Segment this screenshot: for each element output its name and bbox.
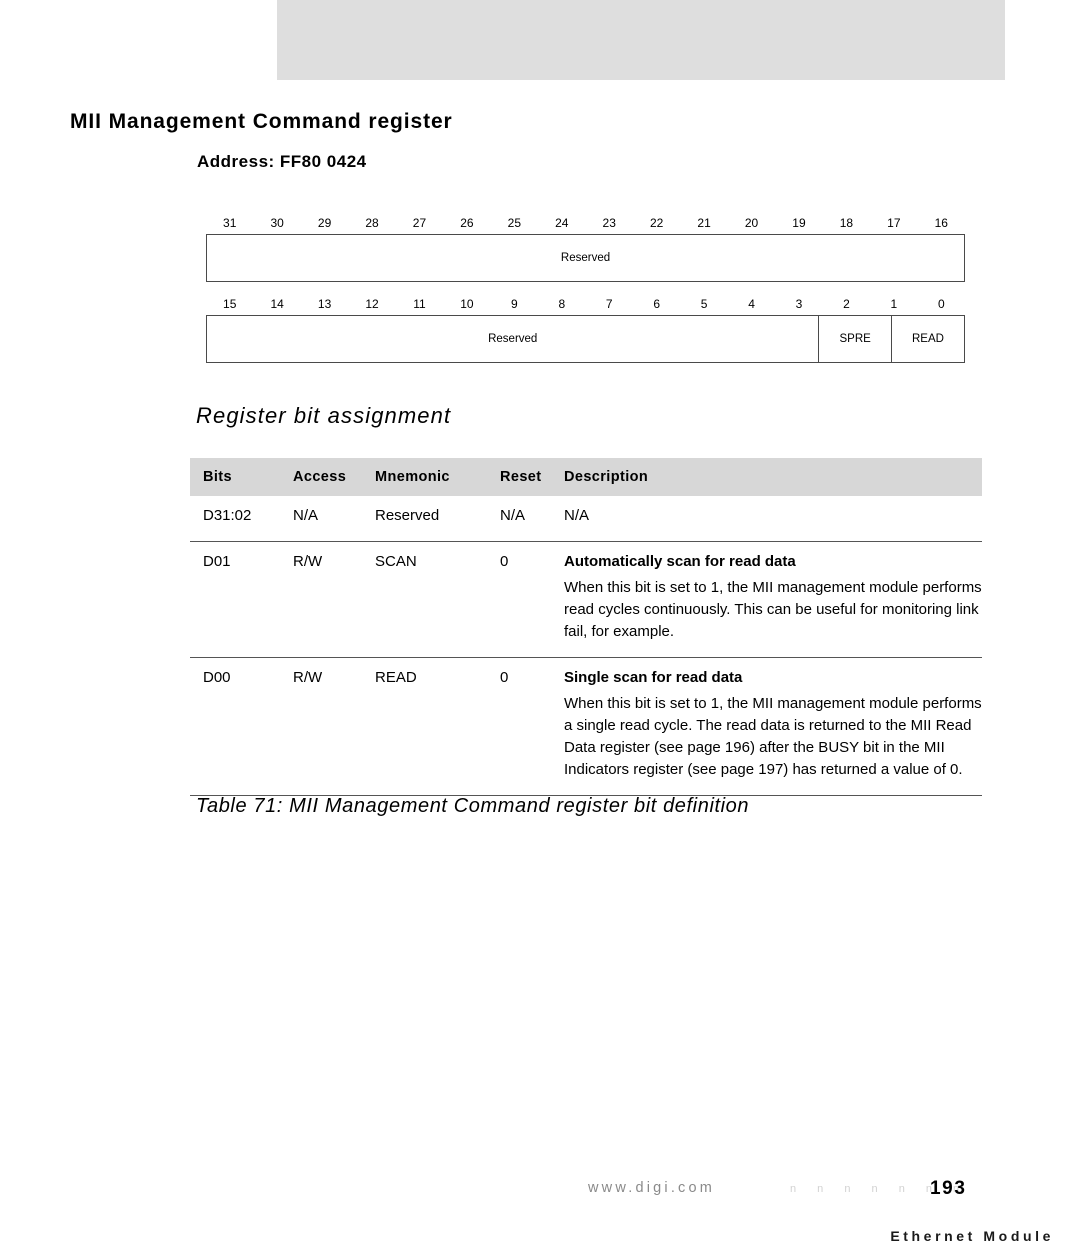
cell-description: Single scan for read data When this bit … [564, 657, 982, 797]
cell-mnemonic: Reserved [375, 496, 500, 543]
bit-number-label: 23 [602, 216, 616, 230]
bit-number-label: 11 [413, 297, 426, 311]
bit-number-label: 24 [555, 216, 569, 230]
bit-number-label: 5 [700, 297, 708, 311]
footer-website-url[interactable]: www.digi.com [588, 1180, 715, 1196]
bit-number-label: 21 [697, 216, 711, 230]
bit-number-label: 9 [511, 297, 518, 311]
bit-number-label: 10 [460, 297, 474, 311]
bit-diagram-row-low: 15 14 13 12 11 10 9 8 7 6 5 4 3 2 1 0 Re… [206, 293, 965, 363]
bit-number-label: 16 [934, 216, 948, 230]
cell-access: N/A [293, 496, 375, 543]
bit-number-label: 25 [507, 216, 522, 230]
bit-number-labels-low: 15 14 13 12 11 10 9 8 7 6 5 4 3 2 1 0 [206, 293, 965, 315]
cell-reset: 0 [500, 541, 564, 659]
description-title: Automatically scan for read data [564, 553, 796, 571]
section-subheading: Register bit assignment [196, 403, 452, 428]
bit-field-cells-high: Reserved [206, 234, 965, 282]
cell-description: N/A [564, 496, 982, 543]
cell-access: R/W [293, 541, 375, 659]
cell-bits: D31:02 [190, 496, 293, 543]
table-row: D00 R/W READ 0 Single scan for read data… [190, 657, 982, 797]
page-header-band [277, 0, 1005, 80]
bit-number-label: 3 [795, 297, 803, 311]
bit-field-reserved: Reserved [488, 333, 538, 345]
description-body: When this bit is set to 1, the MII manag… [564, 579, 982, 641]
bit-number-label: 19 [792, 216, 806, 230]
column-header-access: Access [293, 458, 375, 496]
bit-diagram-row-high: 31 30 29 28 27 26 25 24 23 22 21 20 19 1… [206, 212, 965, 282]
bit-number-label: 27 [412, 216, 427, 230]
bit-number-label: 12 [365, 297, 379, 311]
bit-number-label: 15 [223, 297, 237, 311]
bit-number-label: 7 [605, 297, 613, 311]
bit-field-spre: SPRE [818, 316, 890, 362]
bit-number-label: 14 [270, 297, 284, 311]
bit-number-label: 31 [223, 216, 237, 230]
bit-field-read: READ [890, 316, 964, 362]
bit-number-label: 17 [887, 216, 901, 230]
cell-mnemonic: SCAN [375, 541, 500, 659]
description-title: Single scan for read data [564, 669, 743, 687]
column-header-mnemonic: Mnemonic [375, 458, 500, 496]
bit-number-label: 18 [839, 216, 854, 230]
bit-number-label: 26 [460, 216, 474, 230]
table-caption: Table 71: MII Management Command registe… [196, 795, 750, 817]
column-header-reset: Reset [500, 458, 564, 496]
bit-number-label: 8 [558, 297, 566, 311]
cell-description: Automatically scan for read data When th… [564, 541, 982, 659]
cell-bits: D00 [190, 657, 293, 797]
table-row: D31:02 N/A Reserved N/A N/A [190, 496, 982, 543]
running-header-title: Ethernet Module [890, 1228, 1054, 1244]
bit-number-label: 29 [317, 216, 332, 230]
cell-reset: 0 [500, 657, 564, 797]
bit-number-label: 13 [317, 297, 332, 311]
bit-number-label: 4 [748, 297, 755, 311]
bit-definition-table: Bits Access Mnemonic Reset Description D… [190, 458, 982, 797]
bit-number-label: 6 [653, 297, 660, 311]
cell-reset: N/A [500, 496, 564, 543]
table-row: D01 R/W SCAN 0 Automatically scan for re… [190, 541, 982, 659]
bit-number-label: 1 [890, 297, 898, 311]
description-title: N/A [564, 507, 590, 524]
column-header-description: Description [564, 458, 982, 496]
bit-number-label: 2 [843, 297, 850, 311]
description-body: When this bit is set to 1, the MII manag… [564, 695, 982, 779]
bit-field-cells-low: Reserved SPRE READ [206, 315, 965, 363]
table-header-row: Bits Access Mnemonic Reset Description [190, 458, 982, 496]
page-title: MII Management Command register [70, 110, 453, 133]
bit-field-reserved: Reserved [560, 252, 611, 264]
bit-number-label: 30 [270, 216, 284, 230]
bit-number-label: 0 [937, 297, 945, 311]
cell-access: R/W [293, 657, 375, 797]
footer-page-number: 193 [930, 1178, 967, 1199]
bit-number-label: 22 [649, 216, 664, 230]
cell-bits: D01 [190, 541, 293, 659]
cell-mnemonic: READ [375, 657, 500, 797]
register-address-label: Address: FF80 0424 [197, 152, 367, 171]
bit-number-labels-high: 31 30 29 28 27 26 25 24 23 22 21 20 19 1… [206, 212, 965, 234]
page-footer: www.digi.com n n n n n n n 193 [0, 1178, 1080, 1208]
bit-number-label: 20 [744, 216, 759, 230]
bit-number-label: 28 [365, 216, 379, 230]
column-header-bits: Bits [190, 458, 293, 496]
